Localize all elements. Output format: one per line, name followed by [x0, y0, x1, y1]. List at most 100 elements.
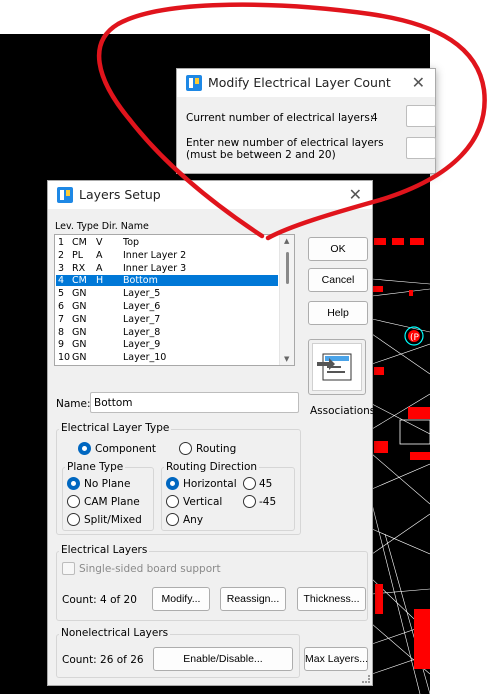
45-degree-label: 45	[259, 478, 273, 490]
associations-icon	[312, 343, 362, 391]
scroll-thumb[interactable]	[286, 252, 289, 284]
layer-level: 2	[58, 249, 65, 261]
enable-disable-button[interactable]: Enable/Disable...	[153, 647, 293, 671]
layer-name: Layer_6	[123, 301, 161, 312]
layer-level: 10	[58, 352, 71, 364]
new-layer-count-input[interactable]	[406, 137, 436, 159]
max-layers-button[interactable]: Max Layers...	[304, 647, 368, 671]
name-label: Name:	[56, 398, 91, 410]
layers-dialog-titlebar[interactable]: Layers Setup ✕	[48, 181, 372, 209]
routing-radio[interactable]	[179, 442, 192, 455]
no-plane-radio[interactable]	[67, 477, 80, 490]
layer-row[interactable]: 1 CM V Top	[56, 237, 278, 248]
routing-label: Routing	[196, 443, 237, 455]
associations-icon-button[interactable]	[308, 339, 366, 395]
current-layers-value: 4	[371, 112, 378, 124]
layer-type: GN	[72, 301, 87, 312]
layer-name-input[interactable]: Bottom	[90, 392, 299, 413]
layer-level: 6	[58, 301, 65, 312]
any-label: Any	[183, 514, 204, 526]
minus-45-degree-label: -45	[259, 496, 277, 508]
routing-direction-label: Routing Direction	[164, 461, 260, 473]
resize-grip[interactable]	[362, 675, 370, 683]
layer-type: CM	[72, 237, 87, 248]
layer-row[interactable]: 6 GN Layer_6	[56, 301, 278, 312]
scroll-up-icon[interactable]: ▲	[284, 237, 289, 245]
45-degree-radio[interactable]	[243, 477, 256, 490]
pcb-pad-label: (P	[410, 333, 420, 343]
help-button[interactable]: Help	[308, 301, 368, 325]
layer-name: Layer_5	[123, 288, 161, 300]
layer-row[interactable]: 7 GN Layer_7	[56, 314, 278, 325]
layer-row[interactable]: 10 GN Layer_10	[56, 352, 278, 363]
app-logo-icon	[57, 187, 73, 203]
minus-45-degree-radio[interactable]	[243, 495, 256, 508]
layer-level: 8	[58, 326, 65, 338]
layer-type: GN	[72, 339, 87, 351]
layer-name: Top	[123, 237, 140, 248]
layer-name: Bottom	[123, 275, 158, 287]
component-radio[interactable]	[78, 442, 91, 455]
electrical-count-label: Count: 4 of 20	[62, 594, 137, 606]
current-layers-label: Current number of electrical layers:	[186, 112, 374, 124]
layer-type: RX	[72, 262, 86, 274]
layer-row[interactable]: 8 GN Layer_8	[56, 327, 278, 338]
layer-row[interactable]: 2 PL A Inner Layer 2	[56, 250, 278, 261]
layers-setup-dialog: Layers Setup ✕ Lev. Type Dir. Name 1 CM V T…	[47, 180, 376, 686]
nonelectrical-count-label: Count: 26 of 26	[62, 654, 144, 666]
thickness-button[interactable]: Thickness...	[297, 587, 366, 611]
enter-layers-range: (must be between 2 and 20)	[186, 149, 336, 161]
ok-button[interactable]: OK	[308, 237, 368, 261]
layer-name: Layer_7	[123, 313, 161, 325]
layer-name: Layer_10	[123, 352, 167, 364]
electrical-layers-label: Electrical Layers	[59, 544, 150, 556]
layer-type: CM	[72, 275, 87, 287]
layer-level: 4	[58, 275, 65, 287]
modify-button[interactable]: Modify...	[152, 587, 210, 611]
scroll-down-icon[interactable]: ▼	[284, 355, 289, 363]
layer-row[interactable]: 3 RX A Inner Layer 3	[56, 263, 278, 274]
reassign-button[interactable]: Reassign...	[220, 587, 286, 611]
layer-row[interactable]: 4 CM H Bottom	[56, 275, 278, 287]
cam-plane-label: CAM Plane	[84, 496, 140, 508]
modify-dialog-title: Modify Electrical Layer Count	[208, 75, 391, 90]
plane-type-label: Plane Type	[65, 461, 126, 473]
modify-layer-count-dialog: Modify Electrical Layer Count ✕ Current …	[176, 68, 436, 174]
layer-name: Inner Layer 2	[123, 249, 187, 261]
close-icon[interactable]: ✕	[349, 185, 362, 204]
layer-type: GN	[72, 313, 87, 325]
single-sided-label: Single-sided board support	[79, 563, 221, 575]
cam-plane-radio[interactable]	[67, 495, 80, 508]
any-radio[interactable]	[166, 513, 179, 526]
layer-name: Layer_9	[123, 339, 161, 351]
layer-type: PL	[72, 249, 84, 261]
associations-label: Associations	[310, 405, 376, 417]
layer-list[interactable]: 1 CM V Top 2 PL A Inner Layer 2 3 RX A Inner Layer …	[54, 234, 295, 366]
app-logo-icon	[186, 75, 202, 91]
layer-level: 9	[58, 339, 65, 351]
close-icon[interactable]: ✕	[412, 73, 425, 92]
layer-direction: A	[96, 262, 103, 274]
layer-name: Inner Layer 3	[123, 262, 187, 274]
layer-direction: V	[96, 237, 103, 248]
layer-name: Layer_8	[123, 326, 161, 338]
layer-list-header: Lev. Type Dir. Name	[55, 221, 149, 232]
no-plane-label: No Plane	[84, 478, 131, 490]
horizontal-radio[interactable]	[166, 477, 179, 490]
single-sided-checkbox[interactable]	[62, 562, 75, 575]
modify-dialog-titlebar[interactable]: Modify Electrical Layer Count ✕	[177, 69, 435, 97]
layer-level: 7	[58, 313, 65, 325]
vertical-radio[interactable]	[166, 495, 179, 508]
layer-row[interactable]: 5 GN Layer_5	[56, 288, 278, 299]
layer-type: GN	[72, 326, 87, 338]
cancel-button[interactable]: Cancel	[308, 268, 368, 292]
vertical-label: Vertical	[183, 496, 223, 508]
split-mixed-radio[interactable]	[67, 513, 80, 526]
layer-type: GN	[72, 352, 87, 364]
electrical-layer-type-label: Electrical Layer Type	[59, 422, 172, 434]
layer-row[interactable]: 9 GN Layer_9	[56, 339, 278, 350]
layer-list-scrollbar[interactable]: ▲ ▼	[279, 235, 294, 365]
layer-level: 1	[58, 237, 65, 248]
nonelectrical-layers-label: Nonelectrical Layers	[59, 627, 171, 639]
layer-direction: A	[96, 249, 103, 261]
